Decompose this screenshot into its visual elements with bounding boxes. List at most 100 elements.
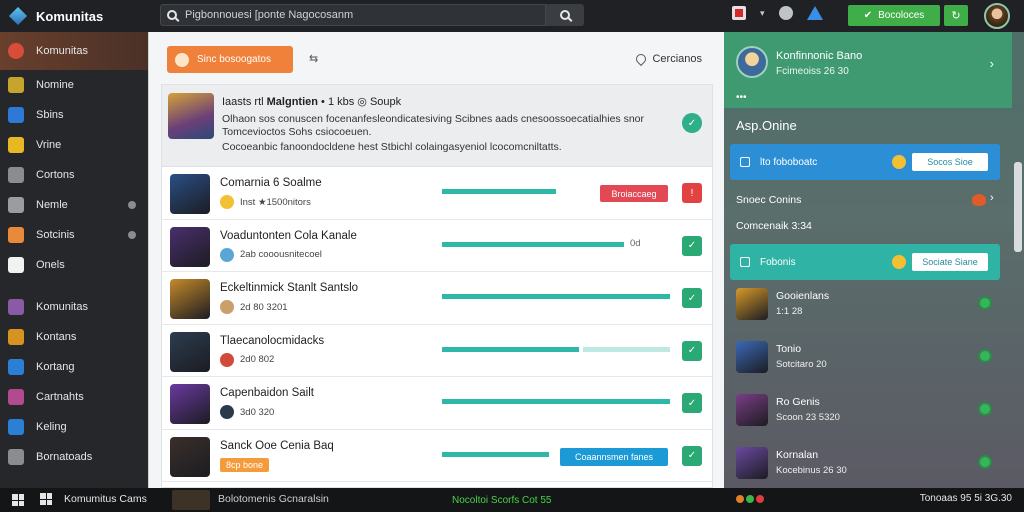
primary-button-label: Sinc bosoogatos (197, 54, 271, 65)
sidebar-item[interactable]: Kortang (0, 352, 148, 382)
sidebar-item-label: Komunitas (36, 301, 88, 313)
sidebar-item[interactable]: Vrine (0, 130, 148, 160)
row-status-button[interactable]: ✓ (682, 235, 702, 256)
header-action-button[interactable]: ✔ Bocoloces (848, 5, 940, 26)
sidebar-item-active[interactable]: Komunitas (0, 32, 148, 70)
user-avatar[interactable] (984, 3, 1010, 29)
search-button[interactable] (546, 4, 584, 26)
search-icon (167, 10, 177, 20)
sidebar-item[interactable]: Onels (0, 250, 148, 280)
sidebar-item-label: Nomine (36, 79, 74, 91)
friend-avatar (736, 394, 768, 426)
sidebar-item[interactable]: Cortons (0, 160, 148, 190)
sidebar-item-label: Komunitas (36, 45, 88, 57)
start-icon[interactable] (12, 494, 24, 506)
main-panel: Sinc bosoogatos ⇆ Cercianos Iaasts rtl M… (148, 32, 724, 488)
online-bar-1[interactable]: lto foboboatc Socos Sioe (730, 144, 1000, 180)
sort-icon[interactable]: ⇆ (309, 52, 318, 65)
status-line-2: Comcenaik 3:34 (736, 220, 812, 232)
friend-item[interactable]: Ro Genis Scoon 23 5320 (736, 390, 996, 434)
fox-icon (972, 194, 986, 206)
profile-avatar (736, 46, 768, 78)
sidebar-item[interactable]: Nomine (0, 70, 148, 100)
table-row[interactable]: Eckeltinmick Stanlt Santslo 2d 80 3201 ✓ (162, 272, 712, 325)
sidebar-item-icon (8, 329, 24, 345)
sidebar-item[interactable]: Sotcinis (0, 220, 148, 250)
search-bar: Pigbonnouesi [ponte Nagocosanm (160, 4, 584, 26)
row-action-pill[interactable]: Broiaccaeg (600, 185, 668, 202)
row-title: Eckeltinmick Stanlt Santslo (220, 282, 359, 294)
row-meta-text: 3d0 320 (240, 406, 275, 418)
friend-item[interactable]: Tonio Sotcitaro 20 (736, 337, 996, 381)
online-bar-2-button[interactable]: Sociate Siane (912, 253, 988, 271)
settings-icon[interactable] (778, 6, 793, 20)
progress-fill (442, 189, 556, 194)
status-line-1: Snoec Conins (736, 194, 802, 206)
table-row[interactable]: Tlaecanolocmidacks 2d0 802 ✓ (162, 325, 712, 377)
refresh-button[interactable]: ↻ (944, 5, 968, 26)
friend-avatar (736, 288, 768, 320)
profile-sub: Fcimeoiss 26 30 (776, 66, 849, 77)
row-meta-text: 2d 80 3201 (240, 301, 288, 313)
table-row[interactable]: Capenbaidon Sailt 3d0 320 ✓ (162, 377, 712, 430)
taskbar-thumbnail[interactable] (172, 490, 210, 510)
sidebar-item[interactable]: Keling (0, 412, 148, 442)
sidebar-item[interactable]: Kontans (0, 322, 148, 352)
notifications-icon[interactable] (732, 6, 746, 20)
sidebar-item[interactable]: Cartnahts (0, 382, 148, 412)
online-bar-2[interactable]: Fobonis Sociate Siane (730, 244, 1000, 280)
search-input[interactable]: Pigbonnouesi [ponte Nagocosanm (160, 4, 546, 26)
window-icon (740, 157, 750, 167)
row-thumbnail (170, 436, 210, 477)
sidebar-item[interactable]: Nemle (0, 190, 148, 220)
row-meta-text: 2d0 802 (240, 354, 275, 365)
taskbar-app[interactable]: Komumitus Cams (40, 493, 147, 505)
featured-action-button[interactable]: ✓ (682, 113, 702, 133)
app-brand[interactable]: Komunitas (0, 6, 150, 26)
progress-fill (442, 451, 550, 457)
row-meta: 3d0 320 (220, 405, 274, 419)
row-action-pill[interactable]: Coaannsmen fanes (560, 447, 668, 466)
row-meta-text: Inst ★1500nitors (240, 196, 311, 208)
friends-icon[interactable] (806, 6, 823, 20)
cancel-link[interactable]: Cercianos (634, 51, 702, 67)
table-row[interactable]: Comarnia 6 Soalme Inst ★1500nitors Broiacc… (162, 167, 712, 220)
check-icon: ✔ (863, 10, 873, 21)
row-meta: 2d0 802 (220, 352, 275, 367)
row-status-button[interactable]: ✓ (682, 288, 702, 308)
sidebar-item-label: Keling (36, 421, 67, 433)
row-status-button[interactable]: ✓ (682, 340, 702, 361)
sidebar-item-icon (8, 107, 24, 123)
sidebar-item[interactable]: Bornatoads (0, 442, 148, 472)
sidebar-item[interactable]: Sbins (0, 100, 148, 130)
header-action-label: Bocoloces (878, 10, 925, 21)
row-status-button[interactable]: ✓ (682, 393, 702, 413)
row-status-button[interactable]: ! (682, 183, 702, 203)
friend-status: Scoon 23 5320 (776, 412, 840, 423)
sun-icon (175, 52, 189, 67)
online-bar-1-button[interactable]: Socos Sioe (912, 153, 988, 171)
featured-item[interactable]: Iaasts rtl Malgntien • 1 kbs ◎ Soupk Olh… (162, 85, 712, 167)
table-row[interactable]: Voaduntonten Cola Kanale 2ab cooousniteco… (162, 220, 712, 272)
row-meta-icon (220, 300, 234, 314)
primary-button[interactable]: Sinc bosoogatos (167, 46, 293, 73)
chevron-down-icon[interactable]: ▾ (760, 8, 765, 19)
row-thumbnail (170, 226, 210, 267)
row-status-button[interactable]: ✓ (682, 445, 702, 466)
tray-indicators (736, 495, 764, 503)
section-title: Asp.Onine (736, 118, 797, 133)
friend-item[interactable]: Gooienlans 1:1 28 (736, 284, 996, 328)
tray-dot (746, 495, 754, 503)
row-title: Voaduntonten Cola Kanale (220, 229, 357, 242)
progress-bar (442, 399, 670, 404)
progress-remainder (582, 346, 670, 352)
chevron-right-icon[interactable]: › (990, 56, 994, 71)
chevron-right-icon[interactable]: › (990, 192, 994, 204)
check-icon: ✓ (687, 117, 697, 129)
sidebar-item[interactable]: Komunitas (0, 292, 148, 322)
profile-name: Konfinnonic Bano (776, 50, 863, 62)
friend-item[interactable]: Kornalan Kocebinus 26 30 (736, 443, 996, 487)
profile-card[interactable]: Konfinnonic Bano Fcimeoiss 26 30 › ••• (724, 32, 1012, 108)
scrollbar[interactable] (1014, 162, 1022, 252)
table-row[interactable]: Sanck Ooe Cenia Baq 8cp bone Coaannsmen fa… (162, 430, 712, 482)
